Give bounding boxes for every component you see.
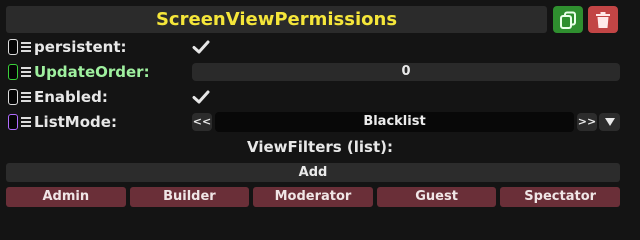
drag-handle-icon[interactable]: [21, 90, 31, 104]
field-row-update-order: UpdateOrder: 0: [0, 61, 640, 83]
field-handle[interactable]: [8, 64, 18, 80]
filter-item-builder[interactable]: Builder: [129, 187, 250, 207]
triangle-down-icon: [604, 118, 615, 126]
add-filter-button[interactable]: Add: [6, 163, 620, 182]
filter-item-spectator[interactable]: Spectator: [500, 187, 620, 207]
view-filters-title: ViewFilters (list):: [246, 138, 394, 156]
drag-handle-icon[interactable]: [21, 40, 31, 54]
drag-handle-icon[interactable]: [21, 65, 31, 79]
list-mode-prev-button[interactable]: <<: [192, 113, 212, 131]
field-row-enabled: Enabled:: [0, 86, 640, 108]
list-mode-value[interactable]: Blacklist: [215, 112, 574, 132]
checkmark-icon[interactable]: [192, 39, 210, 55]
field-handle[interactable]: [8, 114, 18, 130]
field-label-enabled: Enabled:: [34, 88, 108, 106]
field-handle[interactable]: [8, 89, 18, 105]
filter-item-guest[interactable]: Guest: [376, 187, 497, 207]
duplicate-icon: [560, 11, 576, 29]
field-handle[interactable]: [8, 39, 18, 55]
field-label-list-mode: ListMode:: [34, 113, 117, 131]
duplicate-button[interactable]: [553, 6, 583, 33]
component-title: ScreenViewPermissions: [6, 6, 547, 33]
checkmark-icon[interactable]: [192, 89, 210, 105]
filter-item-admin[interactable]: Admin: [6, 187, 126, 207]
update-order-input[interactable]: 0: [192, 63, 620, 81]
view-filters-list: Admin Builder Moderator Guest Spectator: [6, 187, 620, 207]
field-row-list-mode: ListMode: << Blacklist >>: [0, 111, 640, 133]
list-mode-dropdown-button[interactable]: [599, 113, 620, 131]
field-row-persistent: persistent:: [0, 36, 640, 58]
list-mode-next-button[interactable]: >>: [577, 113, 597, 131]
filter-item-moderator[interactable]: Moderator: [253, 187, 373, 207]
trash-icon: [596, 11, 610, 28]
delete-button[interactable]: [588, 6, 618, 33]
drag-handle-icon[interactable]: [21, 115, 31, 129]
field-label-persistent: persistent:: [34, 38, 127, 56]
field-label-update-order: UpdateOrder:: [34, 63, 150, 81]
